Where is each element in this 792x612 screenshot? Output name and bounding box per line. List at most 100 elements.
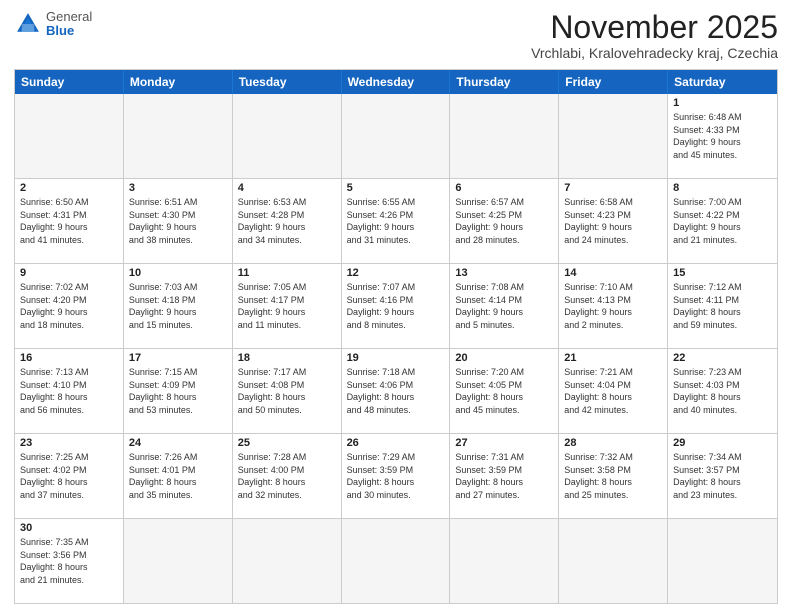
weekday-header-thursday: Thursday bbox=[450, 70, 559, 94]
header: General Blue November 2025 Vrchlabi, Kra… bbox=[14, 10, 778, 61]
empty-cell-0-0 bbox=[15, 94, 124, 178]
day-cell-19: 19 Sunrise: 7:18 AM Sunset: 4:06 PM Dayli… bbox=[342, 349, 451, 433]
day-cell-18: 18Sunrise: 7:17 AM Sunset: 4:08 PM Dayli… bbox=[233, 349, 342, 433]
weekday-header-sunday: Sunday bbox=[15, 70, 124, 94]
empty-cell-5-1 bbox=[124, 519, 233, 603]
logo-icon bbox=[14, 10, 42, 38]
empty-cell-5-4 bbox=[450, 519, 559, 603]
empty-cell-0-5 bbox=[559, 94, 668, 178]
day-number: 17 bbox=[129, 352, 227, 364]
day-number: 19 bbox=[347, 352, 445, 364]
weekday-header-saturday: Saturday bbox=[668, 70, 777, 94]
day-number: 11 bbox=[238, 267, 336, 279]
day-number: 2 bbox=[20, 182, 118, 194]
day-info: Sunrise: 7:18 AM Sunset: 4:06 PM Dayligh… bbox=[347, 366, 445, 416]
day-number: 26 bbox=[347, 437, 445, 449]
day-number: 8 bbox=[673, 182, 772, 194]
day-number: 29 bbox=[673, 437, 772, 449]
day-cell-9: 9Sunrise: 7:02 AM Sunset: 4:20 PM Daylig… bbox=[15, 264, 124, 348]
day-cell-16: 16 Sunrise: 7:13 AM Sunset: 4:10 PM Dayli… bbox=[15, 349, 124, 433]
day-info: Sunrise: 7:25 AM Sunset: 4:02 PM Dayligh… bbox=[20, 451, 118, 501]
logo-blue: Blue bbox=[46, 24, 92, 38]
month-title: November 2025 bbox=[531, 10, 778, 45]
day-info: Sunrise: 7:05 AM Sunset: 4:17 PM Dayligh… bbox=[238, 281, 336, 331]
calendar-body: 1 Sunrise: 6:48 AM Sunset: 4:33 PM Daylig… bbox=[15, 94, 777, 603]
day-cell-25: 25 Sunrise: 7:28 AM Sunset: 4:00 PM Dayli… bbox=[233, 434, 342, 518]
day-info: Sunrise: 6:48 AM Sunset: 4:33 PM Dayligh… bbox=[673, 111, 772, 161]
day-cell-1: 1 Sunrise: 6:48 AM Sunset: 4:33 PM Daylig… bbox=[668, 94, 777, 178]
empty-cell-5-5 bbox=[559, 519, 668, 603]
day-number: 9 bbox=[20, 267, 118, 279]
day-number: 13 bbox=[455, 267, 553, 279]
day-info: Sunrise: 7:15 AM Sunset: 4:09 PM Dayligh… bbox=[129, 366, 227, 416]
day-number: 6 bbox=[455, 182, 553, 194]
empty-cell-0-4 bbox=[450, 94, 559, 178]
day-info: Sunrise: 7:23 AM Sunset: 4:03 PM Dayligh… bbox=[673, 366, 772, 416]
day-info: Sunrise: 7:20 AM Sunset: 4:05 PM Dayligh… bbox=[455, 366, 553, 416]
day-number: 20 bbox=[455, 352, 553, 364]
day-info: Sunrise: 6:58 AM Sunset: 4:23 PM Dayligh… bbox=[564, 196, 662, 246]
day-info: Sunrise: 7:10 AM Sunset: 4:13 PM Dayligh… bbox=[564, 281, 662, 331]
empty-cell-0-1 bbox=[124, 94, 233, 178]
day-cell-2: 2 Sunrise: 6:50 AM Sunset: 4:31 PM Daylig… bbox=[15, 179, 124, 263]
day-cell-28: 28 Sunrise: 7:32 AM Sunset: 3:58 PM Dayli… bbox=[559, 434, 668, 518]
day-number: 15 bbox=[673, 267, 772, 279]
empty-cell-0-3 bbox=[342, 94, 451, 178]
day-number: 30 bbox=[20, 522, 118, 534]
day-info: Sunrise: 7:32 AM Sunset: 3:58 PM Dayligh… bbox=[564, 451, 662, 501]
location-subtitle: Vrchlabi, Kralovehradecky kraj, Czechia bbox=[531, 45, 778, 61]
day-info: Sunrise: 6:53 AM Sunset: 4:28 PM Dayligh… bbox=[238, 196, 336, 246]
empty-cell-0-2 bbox=[233, 94, 342, 178]
day-cell-10: 10 Sunrise: 7:03 AM Sunset: 4:18 PM Dayli… bbox=[124, 264, 233, 348]
weekday-header-wednesday: Wednesday bbox=[342, 70, 451, 94]
day-info: Sunrise: 7:26 AM Sunset: 4:01 PM Dayligh… bbox=[129, 451, 227, 501]
day-number: 10 bbox=[129, 267, 227, 279]
day-info: Sunrise: 7:08 AM Sunset: 4:14 PM Dayligh… bbox=[455, 281, 553, 331]
day-number: 25 bbox=[238, 437, 336, 449]
day-info: Sunrise: 7:03 AM Sunset: 4:18 PM Dayligh… bbox=[129, 281, 227, 331]
day-number: 23 bbox=[20, 437, 118, 449]
day-info: Sunrise: 6:57 AM Sunset: 4:25 PM Dayligh… bbox=[455, 196, 553, 246]
weekday-header-tuesday: Tuesday bbox=[233, 70, 342, 94]
page: General Blue November 2025 Vrchlabi, Kra… bbox=[0, 0, 792, 612]
day-cell-8: 8 Sunrise: 7:00 AM Sunset: 4:22 PM Daylig… bbox=[668, 179, 777, 263]
day-number: 28 bbox=[564, 437, 662, 449]
day-cell-7: 7 Sunrise: 6:58 AM Sunset: 4:23 PM Daylig… bbox=[559, 179, 668, 263]
day-info: Sunrise: 6:55 AM Sunset: 4:26 PM Dayligh… bbox=[347, 196, 445, 246]
day-info: Sunrise: 7:29 AM Sunset: 3:59 PM Dayligh… bbox=[347, 451, 445, 501]
day-number: 7 bbox=[564, 182, 662, 194]
day-info: Sunrise: 7:12 AM Sunset: 4:11 PM Dayligh… bbox=[673, 281, 772, 331]
day-number: 4 bbox=[238, 182, 336, 194]
day-info: Sunrise: 7:34 AM Sunset: 3:57 PM Dayligh… bbox=[673, 451, 772, 501]
day-info: Sunrise: 7:28 AM Sunset: 4:00 PM Dayligh… bbox=[238, 451, 336, 501]
day-info: Sunrise: 7:07 AM Sunset: 4:16 PM Dayligh… bbox=[347, 281, 445, 331]
weekday-header-monday: Monday bbox=[124, 70, 233, 94]
calendar-row-3: 16 Sunrise: 7:13 AM Sunset: 4:10 PM Dayli… bbox=[15, 348, 777, 433]
day-info: Sunrise: 6:50 AM Sunset: 4:31 PM Dayligh… bbox=[20, 196, 118, 246]
day-number: 16 bbox=[20, 352, 118, 364]
day-cell-17: 17 Sunrise: 7:15 AM Sunset: 4:09 PM Dayli… bbox=[124, 349, 233, 433]
calendar: SundayMondayTuesdayWednesdayThursdayFrid… bbox=[14, 69, 778, 604]
day-cell-12: 12Sunrise: 7:07 AM Sunset: 4:16 PM Dayli… bbox=[342, 264, 451, 348]
day-number: 21 bbox=[564, 352, 662, 364]
calendar-row-1: 2 Sunrise: 6:50 AM Sunset: 4:31 PM Daylig… bbox=[15, 178, 777, 263]
day-cell-26: 26 Sunrise: 7:29 AM Sunset: 3:59 PM Dayli… bbox=[342, 434, 451, 518]
day-number: 22 bbox=[673, 352, 772, 364]
day-cell-13: 13 Sunrise: 7:08 AM Sunset: 4:14 PM Dayli… bbox=[450, 264, 559, 348]
day-info: Sunrise: 7:13 AM Sunset: 4:10 PM Dayligh… bbox=[20, 366, 118, 416]
day-cell-21: 21 Sunrise: 7:21 AM Sunset: 4:04 PM Dayli… bbox=[559, 349, 668, 433]
day-cell-29: 29 Sunrise: 7:34 AM Sunset: 3:57 PM Dayli… bbox=[668, 434, 777, 518]
day-number: 1 bbox=[673, 97, 772, 109]
day-number: 27 bbox=[455, 437, 553, 449]
day-number: 14 bbox=[564, 267, 662, 279]
logo: General Blue bbox=[14, 10, 92, 39]
day-number: 5 bbox=[347, 182, 445, 194]
day-cell-3: 3Sunrise: 6:51 AM Sunset: 4:30 PM Daylig… bbox=[124, 179, 233, 263]
day-cell-6: 6 Sunrise: 6:57 AM Sunset: 4:25 PM Daylig… bbox=[450, 179, 559, 263]
day-info: Sunrise: 7:21 AM Sunset: 4:04 PM Dayligh… bbox=[564, 366, 662, 416]
day-info: Sunrise: 7:35 AM Sunset: 3:56 PM Dayligh… bbox=[20, 536, 118, 586]
day-cell-4: 4 Sunrise: 6:53 AM Sunset: 4:28 PM Daylig… bbox=[233, 179, 342, 263]
calendar-row-5: 30 Sunrise: 7:35 AM Sunset: 3:56 PM Dayli… bbox=[15, 518, 777, 603]
day-number: 3 bbox=[129, 182, 227, 194]
day-info: Sunrise: 7:00 AM Sunset: 4:22 PM Dayligh… bbox=[673, 196, 772, 246]
